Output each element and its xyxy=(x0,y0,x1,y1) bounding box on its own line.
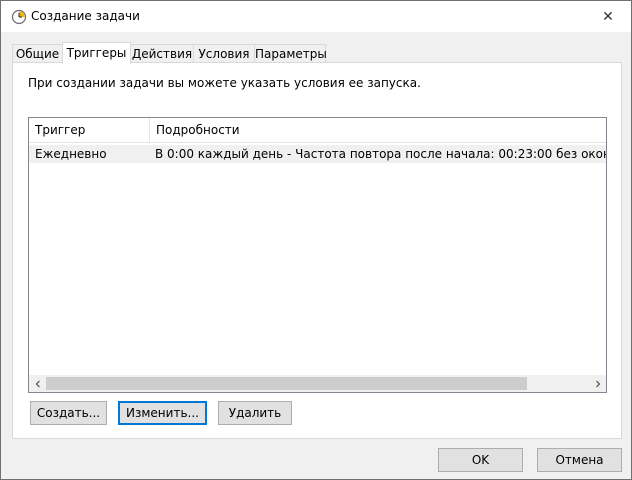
horizontal-scrollbar[interactable] xyxy=(29,375,606,392)
table-row[interactable]: Ежедневно В 0:00 каждый день - Частота п… xyxy=(29,145,606,163)
tab-label: Параметры xyxy=(255,47,327,61)
row-details: В 0:00 каждый день - Частота повтора пос… xyxy=(155,147,607,161)
panel-description: При создании задачи вы можете указать ус… xyxy=(28,76,421,90)
title-bar: Создание задачи ✕ xyxy=(1,1,631,32)
edit-trigger-button[interactable]: Изменить... xyxy=(118,401,207,425)
ok-button[interactable]: OK xyxy=(438,448,523,472)
task-create-window: Создание задачи ✕ Общие Триггеры Действи… xyxy=(0,0,632,480)
create-trigger-button[interactable]: Создать... xyxy=(30,401,107,425)
close-button[interactable]: ✕ xyxy=(585,1,631,32)
triggers-panel: При создании задачи вы можете указать ус… xyxy=(12,62,622,439)
scroll-left-button[interactable] xyxy=(29,375,46,392)
tab-label: Действия xyxy=(131,47,193,61)
list-header: Триггер Подробности xyxy=(29,118,606,143)
tab-actions[interactable]: Действия xyxy=(130,44,194,63)
column-header-trigger[interactable]: Триггер xyxy=(29,118,150,142)
tab-general[interactable]: Общие xyxy=(12,44,63,63)
column-header-details[interactable]: Подробности xyxy=(150,118,606,142)
triggers-list[interactable]: Триггер Подробности Ежедневно В 0:00 каж… xyxy=(28,117,607,393)
tab-triggers[interactable]: Триггеры xyxy=(62,42,131,64)
tab-settings[interactable]: Параметры xyxy=(254,44,327,63)
tab-label: Общие xyxy=(15,47,60,61)
tab-label: Условия xyxy=(198,47,250,61)
chevron-right-icon xyxy=(595,380,600,387)
row-trigger: Ежедневно xyxy=(35,147,107,161)
scroll-right-button[interactable] xyxy=(589,375,606,392)
delete-trigger-button[interactable]: Удалить xyxy=(218,401,292,425)
task-scheduler-clock-icon xyxy=(11,9,27,25)
chevron-left-icon xyxy=(35,380,40,387)
cancel-button[interactable]: Отмена xyxy=(537,448,622,472)
close-icon: ✕ xyxy=(602,8,614,25)
tab-label: Триггеры xyxy=(66,46,127,60)
window-title: Создание задачи xyxy=(31,9,140,23)
scroll-thumb[interactable] xyxy=(46,377,527,390)
tab-conditions[interactable]: Условия xyxy=(193,44,255,63)
